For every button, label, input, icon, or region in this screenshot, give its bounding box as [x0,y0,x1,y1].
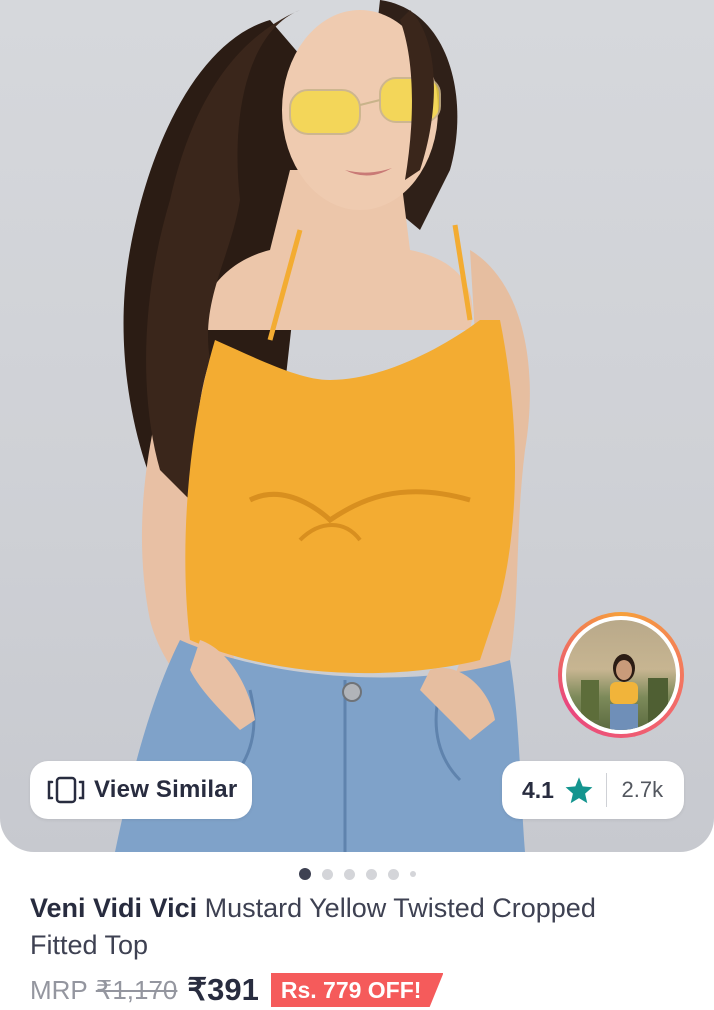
rating-value: 4.1 [522,776,554,803]
carousel-dot[interactable] [321,868,333,880]
product-title: Veni Vidi Vici Mustard Yellow Twisted Cr… [30,890,670,964]
product-brand: Veni Vidi Vici [30,893,198,923]
carousel-dot[interactable] [409,871,416,877]
user-photo-story[interactable] [558,612,684,738]
view-similar-button[interactable]: View Similar [30,761,252,819]
carousel-indicator [0,866,714,882]
carousel-dot[interactable] [387,868,399,880]
price-row: MRP ₹1,170 ₹391 Rs. 779 OFF! [30,970,444,1010]
discount-badge: Rs. 779 OFF! [270,973,444,1007]
rating-count: 2.7k [621,777,664,802]
star-icon [564,776,594,804]
rating-divider [605,773,608,807]
mrp-label: MRP [30,974,88,1005]
mrp-value: ₹1,170 [95,974,178,1005]
view-similar-label: View Similar [94,776,238,803]
product-image-carousel[interactable]: View Similar 4.1 2.7k [0,0,714,852]
customer-photo-thumbnail [566,620,676,730]
carousel-dot[interactable] [365,868,377,880]
carousel-dot[interactable] [343,868,355,880]
view-similar-icon [46,776,86,804]
rating-badge[interactable]: 4.1 2.7k [502,761,684,819]
selling-price: ₹391 [187,972,259,1007]
carousel-dot-active[interactable] [298,868,311,880]
